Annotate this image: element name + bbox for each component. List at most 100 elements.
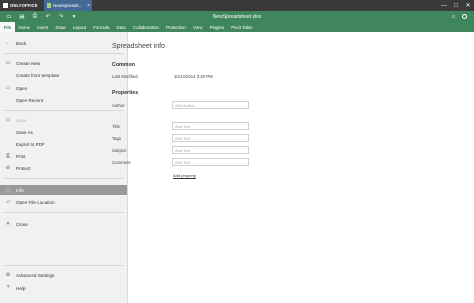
minimize-button[interactable]: —: [438, 0, 450, 11]
document-tab-label: NewSpreads...: [53, 3, 83, 8]
sidebar-item-close[interactable]: ✕ Close: [0, 219, 127, 229]
close-icon: ✕: [5, 221, 11, 227]
redo-icon[interactable]: ↷: [56, 11, 66, 22]
sidebar-item-label: Open Recent: [16, 97, 44, 103]
tab-collaboration[interactable]: Collaboration: [129, 22, 162, 32]
sidebar-item-create-from-template[interactable]: Create from template: [0, 70, 127, 80]
ribbon-tabs: File Home Insert Draw Layout Formula Dat…: [0, 22, 474, 32]
sidebar-item-label: Open: [16, 85, 28, 91]
sidebar-item-label: Close: [16, 221, 28, 227]
help-icon: ?: [6, 285, 10, 291]
sidebar-item-open[interactable]: ▱ Open: [0, 83, 127, 93]
undo-icon[interactable]: ↶: [43, 11, 53, 22]
document-tab[interactable]: NewSpreads... ×: [44, 0, 92, 11]
customize-quick-access-icon[interactable]: ▾: [69, 11, 79, 22]
sidebar-item-label: Save: [16, 117, 27, 123]
header-right-tools: ⌂: [448, 11, 474, 22]
sidebar-item-label: Protect: [16, 165, 31, 171]
sidebar-item-advanced-settings[interactable]: ⚙ Advanced Settings: [0, 270, 127, 280]
gear-icon: ⚙: [5, 272, 11, 278]
sidebar-divider: [4, 178, 124, 179]
sidebar-item-export-pdf[interactable]: Export to PDF: [0, 139, 127, 149]
sidebar-item-help[interactable]: ? Help: [0, 283, 127, 293]
editor-header: ▭ ▤ ⎙ ↶ ↷ ▾ NewSpreadsheet.xlsx ⌂: [0, 11, 474, 22]
onlyoffice-logo-icon: [3, 3, 8, 8]
sidebar-divider: [4, 265, 124, 266]
tab-formula[interactable]: Formula: [90, 22, 113, 32]
sidebar-item-open-file-location[interactable]: ▱ Open File Location: [0, 197, 127, 207]
subject-input[interactable]: [172, 146, 249, 154]
comment-input[interactable]: [172, 158, 249, 166]
app-brand-name: ONLYOFFICE: [10, 3, 38, 8]
title-label: Title: [112, 124, 120, 129]
sidebar-item-print[interactable]: ⎙ Print: [0, 151, 127, 161]
sidebar-item-label: Open File Location: [16, 199, 55, 205]
sidebar-item-label: Help: [16, 285, 26, 291]
protect-icon: ⊘: [5, 165, 11, 171]
author-label: Author: [112, 103, 125, 108]
page-title: Spreadsheet info: [112, 43, 165, 50]
title-input[interactable]: [172, 122, 249, 130]
tab-file[interactable]: File: [0, 22, 15, 32]
new-document-icon: ▭: [5, 60, 11, 66]
sidebar-item-open-recent[interactable]: Open Recent: [0, 95, 127, 105]
tags-label: Tags: [112, 136, 122, 141]
user-avatar-icon[interactable]: [459, 11, 470, 22]
open-folder-icon: ▱: [6, 85, 10, 91]
app-logo: ONLYOFFICE: [0, 0, 44, 11]
tab-view[interactable]: View: [189, 22, 206, 32]
sidebar-item-label: Back: [16, 40, 27, 46]
sidebar-item-info[interactable]: ⓘ Info: [0, 185, 127, 195]
spreadsheet-file-icon: [47, 3, 51, 8]
close-window-button[interactable]: ✕: [462, 0, 474, 11]
sidebar-item-save-as[interactable]: Save As: [0, 127, 127, 137]
folder-icon: ▱: [6, 199, 10, 205]
quick-access-toolbar: ▭ ▤ ⎙ ↶ ↷ ▾: [0, 11, 100, 22]
comment-label: Comment: [112, 160, 131, 165]
maximize-button[interactable]: □: [450, 0, 462, 11]
sidebar-item-create-new[interactable]: ▭ Create New: [0, 58, 127, 68]
section-properties-heading: Properties: [112, 90, 139, 96]
window-titlebar: ONLYOFFICE NewSpreads... × — □ ✕: [0, 0, 474, 11]
last-modified-value: 10/14/2014 3:40 PM: [174, 74, 213, 79]
sidebar-item-save: ▤ Save: [0, 115, 127, 125]
sidebar-item-label: Create New: [16, 60, 41, 66]
back-arrow-icon: ←: [5, 40, 11, 46]
info-icon: ⓘ: [5, 187, 11, 194]
last-modified-label: Last Modified: [112, 74, 138, 79]
section-common-heading: Common: [112, 62, 135, 68]
sidebar-item-label: Print: [16, 153, 26, 159]
sidebar-divider: [4, 110, 124, 111]
print-icon[interactable]: ⎙: [30, 11, 40, 22]
author-input[interactable]: [172, 101, 249, 109]
close-tab-icon[interactable]: ×: [87, 3, 90, 9]
window-controls: — □ ✕: [438, 0, 474, 11]
tab-home[interactable]: Home: [15, 22, 34, 32]
tab-layout[interactable]: Layout: [69, 22, 89, 32]
tab-draw[interactable]: Draw: [52, 22, 69, 32]
open-file-location-icon[interactable]: ⌂: [448, 11, 459, 22]
tab-plugins[interactable]: Plugins: [206, 22, 228, 32]
subject-label: Subject: [112, 148, 127, 153]
sidebar-item-label: Advanced Settings: [16, 272, 55, 278]
sidebar-divider: [4, 212, 124, 213]
tab-pivot-table[interactable]: Pivot Table: [228, 22, 257, 32]
sidebar-item-protect[interactable]: ⊘ Protect: [0, 163, 127, 173]
tab-insert[interactable]: Insert: [34, 22, 52, 32]
sidebar-item-label: Info: [16, 187, 24, 193]
save-icon: ▤: [5, 117, 11, 123]
add-property-link[interactable]: Add property: [173, 173, 196, 178]
sidebar-item-label: Export to PDF: [16, 141, 45, 147]
info-panel: [128, 32, 474, 303]
sidebar-item-back[interactable]: ← Back: [0, 38, 127, 48]
sidebar-divider: [4, 53, 124, 54]
tab-data[interactable]: Data: [113, 22, 129, 32]
tags-input[interactable]: [172, 134, 249, 142]
file-menu-sidebar: ← Back ▭ Create New Create from template…: [0, 32, 128, 303]
save-icon[interactable]: ▤: [17, 11, 27, 22]
sidebar-item-label: Create from template: [16, 72, 60, 78]
sidebar-item-label: Save As: [16, 129, 33, 135]
print-icon: ⎙: [5, 153, 10, 159]
tab-protection[interactable]: Protection: [162, 22, 189, 32]
open-folder-icon[interactable]: ▭: [4, 11, 14, 22]
